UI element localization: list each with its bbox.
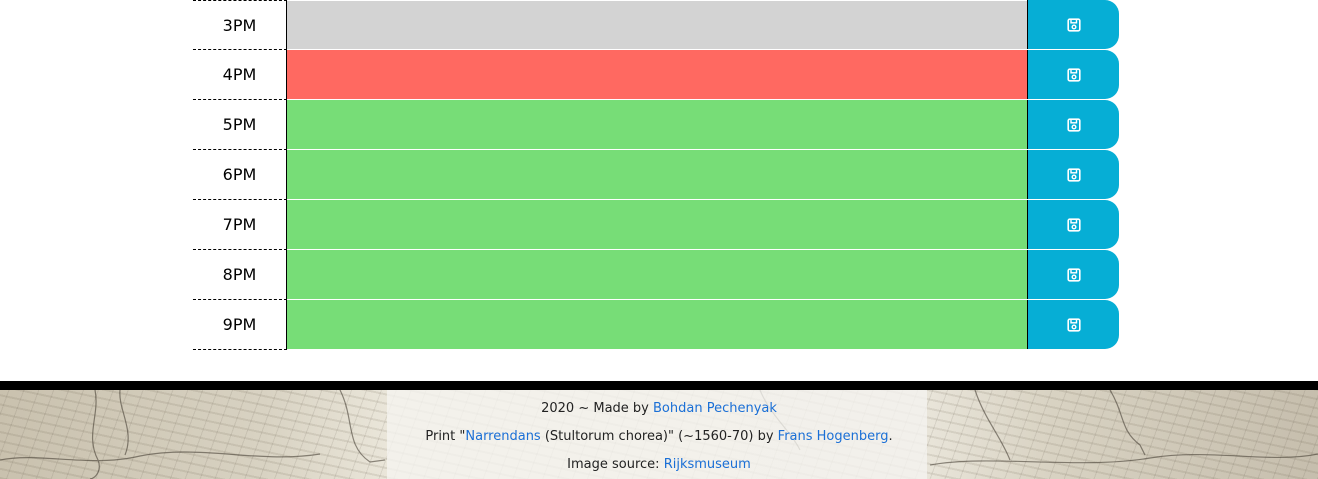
- artwork-link[interactable]: Narrendans: [465, 429, 540, 444]
- time-block-row: 9PM: [193, 300, 1119, 350]
- source-link[interactable]: Rijksmuseum: [664, 457, 751, 472]
- save-icon: [1066, 267, 1081, 282]
- credits-line-source: Image source: Rijksmuseum: [0, 446, 1318, 474]
- hour-label: 7PM: [193, 200, 287, 250]
- time-block-row: 5PM: [193, 100, 1119, 150]
- hour-label: 4PM: [193, 50, 287, 100]
- save-button[interactable]: [1027, 300, 1119, 349]
- credits-line-print: Print "Narrendans (Stultorum chorea)" (~…: [0, 418, 1318, 446]
- hour-label: 3PM: [193, 0, 287, 50]
- description-textarea[interactable]: [287, 250, 1027, 300]
- credits-line-author: 2020 ~ Made by Bohdan Pechenyak: [0, 390, 1318, 418]
- description-textarea[interactable]: [287, 0, 1027, 50]
- save-icon: [1066, 117, 1081, 132]
- save-button[interactable]: [1027, 200, 1119, 249]
- save-button[interactable]: [1027, 150, 1119, 199]
- hour-label: 9PM: [193, 300, 287, 350]
- description-textarea[interactable]: [287, 50, 1027, 100]
- credits-text: 2020 ~ Made by: [541, 401, 653, 416]
- save-icon: [1066, 17, 1081, 32]
- artist-link[interactable]: Frans Hogenberg: [778, 429, 889, 444]
- author-link[interactable]: Bohdan Pechenyak: [653, 401, 777, 416]
- description-textarea[interactable]: [287, 150, 1027, 200]
- time-block-row: 6PM: [193, 150, 1119, 200]
- save-icon: [1066, 317, 1081, 332]
- hour-label: 5PM: [193, 100, 287, 150]
- hour-label: 6PM: [193, 150, 287, 200]
- save-button[interactable]: [1027, 250, 1119, 299]
- time-block-row: 7PM: [193, 200, 1119, 250]
- time-block-planner: 3PM 4PM 5PM 6PM 7PM 8PM 9PM: [193, 0, 1119, 350]
- credits-text: .: [888, 429, 893, 444]
- save-icon: [1066, 167, 1081, 182]
- save-icon: [1066, 67, 1081, 82]
- time-block-row: 3PM: [193, 0, 1119, 50]
- credits-text: Image source:: [567, 457, 664, 472]
- description-textarea[interactable]: [287, 100, 1027, 150]
- credits-text: Print ": [425, 429, 466, 444]
- time-block-row: 4PM: [193, 50, 1119, 100]
- footer: 2020 ~ Made by Bohdan Pechenyak Print "N…: [0, 390, 1318, 479]
- save-button[interactable]: [1027, 100, 1119, 149]
- footer-divider: [0, 381, 1318, 390]
- description-textarea[interactable]: [287, 200, 1027, 250]
- save-button[interactable]: [1027, 0, 1119, 49]
- hour-label: 8PM: [193, 250, 287, 300]
- save-icon: [1066, 217, 1081, 232]
- time-block-row: 8PM: [193, 250, 1119, 300]
- save-button[interactable]: [1027, 50, 1119, 99]
- credits: 2020 ~ Made by Bohdan Pechenyak Print "N…: [0, 390, 1318, 474]
- credits-text: (Stultorum chorea)" (~1560-70) by: [540, 429, 778, 444]
- description-textarea[interactable]: [287, 300, 1027, 350]
